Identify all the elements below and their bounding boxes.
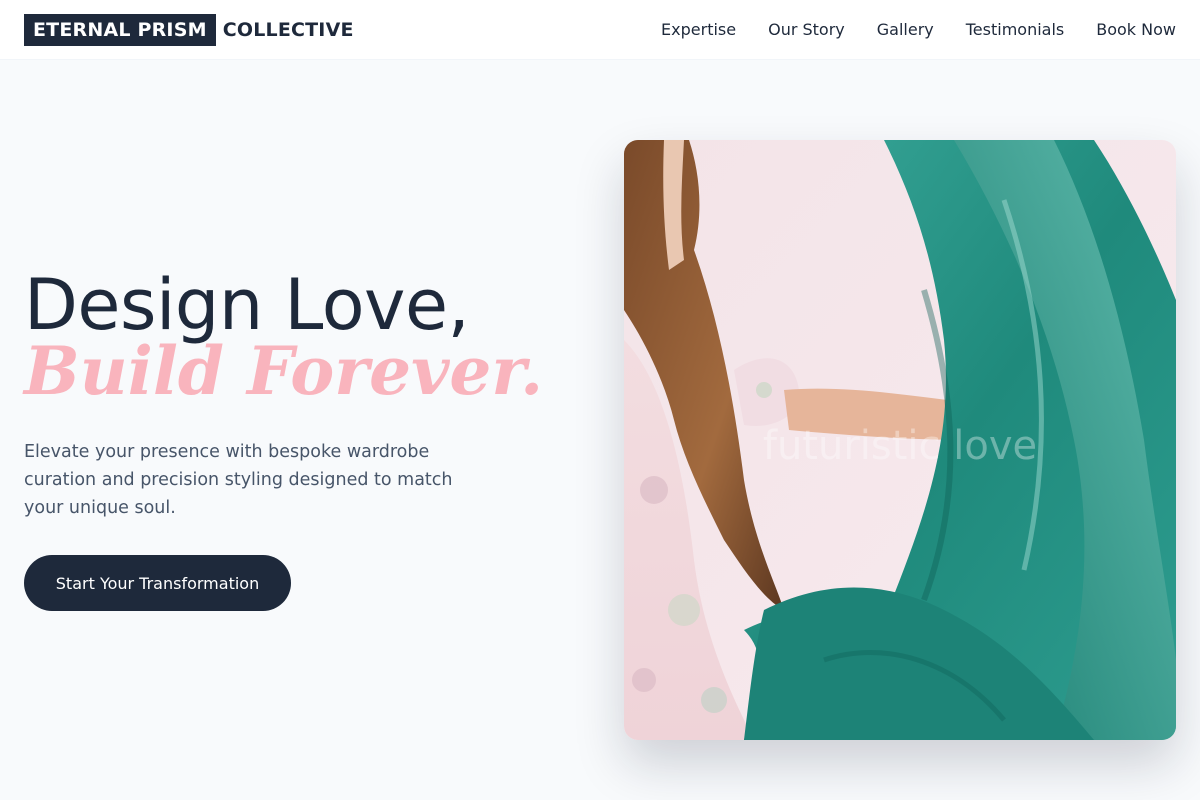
hero-photo-illustration [624, 140, 1176, 740]
nav-link-testimonials[interactable]: Testimonials [966, 20, 1065, 39]
hero-headline-line2: Build Forever. [24, 332, 544, 410]
nav-link-our-story[interactable]: Our Story [768, 20, 845, 39]
nav-link-expertise[interactable]: Expertise [661, 20, 736, 39]
brand-logo[interactable]: ETERNAL PRISM COLLECTIVE [24, 13, 354, 46]
hero-photo: futuristic love [624, 140, 1176, 740]
main-nav: Expertise Our Story Gallery Testimonials… [661, 20, 1176, 39]
nav-link-gallery[interactable]: Gallery [877, 20, 934, 39]
logo-box-text: ETERNAL PRISM [24, 13, 216, 46]
logo-rest-text: COLLECTIVE [222, 18, 354, 41]
start-transformation-button[interactable]: Start Your Transformation [24, 555, 291, 611]
hero-text-block: Design Love, Build Forever. Elevate your… [24, 262, 544, 522]
top-navbar: ETERNAL PRISM COLLECTIVE Expertise Our S… [0, 0, 1200, 60]
nav-link-book-now[interactable]: Book Now [1096, 20, 1176, 39]
hero-description: Elevate your presence with bespoke wardr… [24, 442, 453, 518]
